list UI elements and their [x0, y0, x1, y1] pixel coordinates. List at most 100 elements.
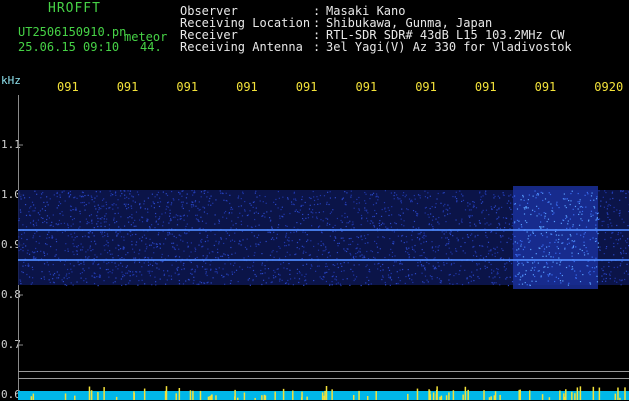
noise-speck [37, 251, 38, 252]
signal-spike [209, 396, 211, 400]
noise-speck [255, 226, 256, 227]
noise-speck [260, 270, 261, 271]
signal-spike [244, 393, 246, 400]
noise-speck [312, 216, 313, 217]
noise-speck [131, 217, 132, 218]
noise-speck [94, 261, 95, 262]
noise-speck [311, 266, 312, 267]
signal-spike [175, 393, 177, 400]
noise-speck [372, 216, 373, 217]
noise-speck [100, 253, 101, 254]
noise-speck [558, 257, 559, 258]
noise-speck [435, 267, 436, 268]
noise-speck [19, 218, 20, 219]
noise-speck [355, 278, 356, 279]
noise-speck [179, 234, 180, 235]
noise-speck [408, 274, 409, 275]
noise-speck [556, 263, 557, 264]
noise-speck [294, 204, 295, 205]
noise-speck [388, 267, 389, 268]
noise-speck [234, 233, 235, 234]
noise-speck [627, 238, 628, 239]
noise-speck [241, 205, 242, 206]
noise-speck [215, 199, 216, 200]
noise-speck [392, 252, 393, 253]
noise-speck [384, 207, 385, 208]
noise-speck [482, 246, 483, 247]
noise-speck [91, 223, 92, 224]
noise-speck [443, 193, 444, 194]
noise-speck [471, 233, 472, 234]
noise-speck [552, 214, 553, 215]
noise-speck [542, 256, 543, 257]
noise-speck [62, 232, 63, 233]
noise-speck [49, 279, 50, 280]
noise-speck [171, 204, 172, 205]
noise-speck [398, 277, 399, 278]
noise-speck [472, 201, 473, 202]
signal-spike [97, 392, 99, 400]
noise-speck [50, 274, 51, 275]
noise-speck [170, 220, 171, 221]
noise-speck [117, 268, 118, 269]
noise-speck [313, 196, 314, 197]
noise-speck [194, 190, 195, 191]
noise-speck [619, 279, 620, 280]
noise-speck [182, 202, 183, 203]
noise-speck [328, 252, 329, 253]
noise-speck [573, 214, 574, 215]
noise-speck [249, 278, 250, 279]
noise-speck [249, 267, 250, 268]
noise-speck [223, 276, 224, 277]
noise-speck [176, 237, 177, 238]
noise-speck [626, 253, 627, 254]
noise-speck [196, 218, 197, 219]
noise-speck [285, 256, 286, 257]
noise-speck [283, 214, 284, 215]
noise-speck [538, 271, 539, 272]
noise-speck [87, 258, 88, 259]
noise-speck [128, 198, 129, 199]
noise-speck [606, 274, 607, 275]
noise-speck [127, 265, 128, 266]
noise-speck [38, 219, 39, 220]
noise-speck [86, 219, 87, 220]
noise-speck [195, 269, 196, 270]
noise-speck [380, 266, 381, 267]
noise-speck [612, 192, 613, 193]
noise-speck [536, 206, 537, 207]
noise-speck [44, 279, 45, 280]
noise-speck [33, 225, 34, 226]
noise-speck [516, 249, 517, 250]
signal-spike [358, 391, 360, 400]
noise-speck [65, 284, 66, 285]
signal-spike [200, 391, 202, 400]
noise-speck [356, 247, 357, 248]
noise-speck [206, 196, 207, 197]
noise-speck [64, 264, 65, 265]
noise-speck [207, 235, 208, 236]
noise-speck [128, 204, 129, 205]
noise-speck [226, 231, 227, 232]
noise-speck [118, 226, 119, 227]
noise-speck [341, 215, 342, 216]
noise-speck [459, 223, 460, 224]
noise-speck [550, 194, 551, 195]
noise-speck [218, 257, 219, 258]
noise-speck [202, 266, 203, 267]
noise-speck [164, 274, 165, 275]
noise-speck [561, 243, 562, 244]
noise-speck [564, 247, 565, 248]
noise-speck [398, 198, 399, 199]
noise-speck [417, 265, 418, 266]
noise-speck [411, 235, 412, 236]
noise-speck [124, 195, 125, 196]
noise-speck [507, 203, 508, 204]
noise-speck [296, 231, 297, 232]
noise-speck [39, 236, 40, 237]
noise-speck [345, 204, 346, 205]
noise-speck [106, 213, 107, 214]
noise-speck [538, 213, 539, 214]
noise-speck [76, 281, 77, 282]
noise-speck [389, 254, 390, 255]
